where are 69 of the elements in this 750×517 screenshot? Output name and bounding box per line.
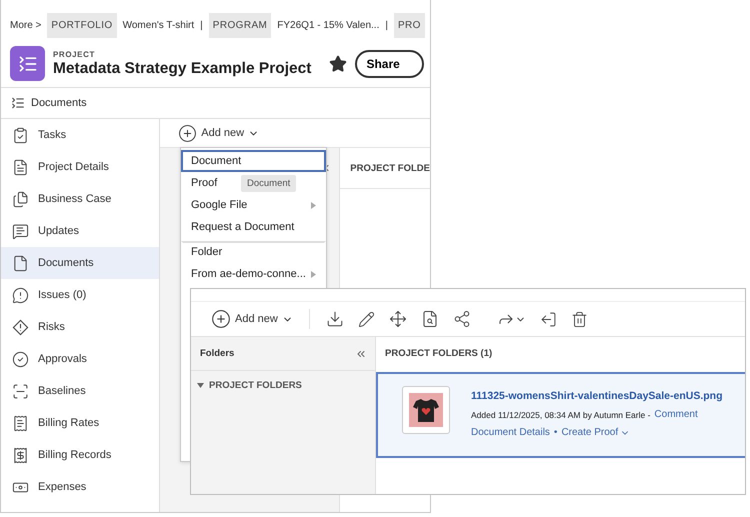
menu-item[interactable]: Proof (181, 172, 228, 194)
files-icon (12, 190, 29, 208)
breadcrumb-tag[interactable]: PROGRAM (208, 12, 272, 38)
menu-item[interactable]: Folder (181, 241, 326, 263)
sidebar-item[interactable]: Documents (1, 247, 160, 279)
pencil-icon[interactable] (358, 310, 375, 328)
sidebar-item[interactable]: Billing Records (1, 439, 160, 471)
sidebar-item[interactable]: Baselines (1, 375, 160, 407)
receipt-icon (12, 414, 29, 432)
folders-header: PROJECT FOLDERS (1) (384, 347, 494, 361)
breadcrumb-separator: | (200, 20, 203, 30)
menu-item[interactable]: From ae-demo-conne... (181, 263, 326, 285)
action-separator: • (554, 427, 558, 438)
speech-bubble-icon (12, 222, 29, 240)
breadcrumb-link[interactable]: Women's T-shirt (122, 20, 194, 30)
expand-caret-icon[interactable] (197, 383, 204, 388)
action-link[interactable]: Create Proof (561, 427, 630, 438)
sidebar-item[interactable]: Issues (0) (1, 279, 160, 311)
share-button[interactable]: Share (355, 50, 424, 78)
breadcrumb-tag[interactable]: PRO (394, 12, 425, 38)
sidebar-item[interactable]: Billing Rates (1, 407, 160, 439)
breadcrumb-link[interactable]: FY26Q1 - 15% Valen... (277, 20, 380, 30)
add-icon (178, 124, 198, 142)
document-search-icon[interactable] (420, 310, 439, 328)
sidebar-item[interactable]: Project Details (1, 151, 160, 183)
section-title: Documents (31, 97, 87, 109)
sidebar-item[interactable]: Risks (1, 311, 160, 343)
diamond-alert-icon (12, 318, 29, 336)
thumbnail-image (402, 386, 450, 434)
tooltip: Document (241, 175, 296, 192)
comment-link[interactable]: Comment (654, 409, 698, 420)
project-title: Metadata Strategy Example Project (53, 60, 312, 78)
add-new-button[interactable]: Add new (211, 309, 293, 329)
sidebar-item[interactable]: Business Case (1, 183, 160, 215)
sidebar-item[interactable]: Tasks (1, 119, 160, 151)
document-card[interactable]: 111325-womensShirt-valentinesDaySale-enUS.png Added 11/12/2025, 08:34 AM by Autumn Earle - Comment Document Details • Create Proof (376, 372, 745, 458)
document-lines-icon (12, 158, 29, 176)
more-link[interactable]: More > (10, 20, 42, 30)
sidebar-item[interactable]: Updates (1, 215, 160, 247)
folders-title: Folders (200, 348, 234, 359)
scan-frame-icon (12, 382, 29, 400)
share-icon[interactable] (452, 310, 471, 328)
collapse-menu-icon[interactable] (11, 96, 25, 110)
sidebar-item[interactable]: Approvals (1, 343, 160, 375)
file-name-link[interactable]: 111325-womensShirt-valentinesDaySale-enUS.png (471, 390, 723, 402)
menu-item[interactable]: Google File (181, 194, 326, 216)
add-icon (211, 309, 231, 329)
file-meta: Added 11/12/2025, 08:34 AM by Autumn Earle - (471, 410, 650, 420)
project-type-label: PROJECT (53, 50, 96, 58)
clipboard-check-icon (12, 126, 29, 144)
breadcrumb-separator: | (385, 20, 388, 30)
breadcrumb-tag[interactable]: PORTFOLIO (47, 12, 117, 38)
trash-icon[interactable] (570, 310, 588, 328)
move-icon[interactable] (388, 310, 407, 328)
menu-item[interactable]: Document (181, 150, 326, 172)
action-link[interactable]: Document Details (471, 427, 550, 438)
check-circle-icon (12, 350, 29, 368)
folder-tree-item[interactable]: PROJECT FOLDERS (209, 380, 302, 391)
receipt-icon (12, 446, 29, 464)
folders-header: PROJECT FOLDE (340, 148, 430, 189)
add-new-button[interactable]: Add new (178, 124, 260, 142)
document-icon (12, 254, 29, 272)
menu-item[interactable]: Request a Document (181, 216, 304, 238)
download-icon[interactable] (326, 310, 344, 328)
exit-icon[interactable] (540, 310, 557, 328)
sidebar-item[interactable]: Expenses (1, 471, 160, 503)
favorite-star-icon[interactable] (329, 54, 348, 72)
project-icon (10, 46, 45, 81)
alert-bubble-icon (12, 286, 29, 304)
